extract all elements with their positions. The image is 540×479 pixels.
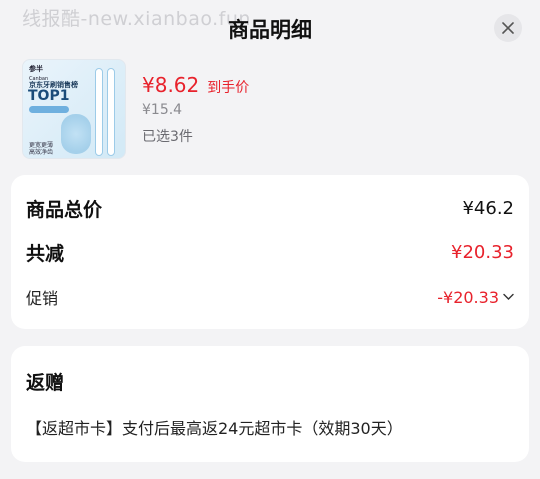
gift-description: 【返超市卡】支付后最高返24元超市卡（效期30天） (26, 419, 403, 438)
original-price: ¥15.4 (142, 102, 183, 118)
close-button[interactable] (494, 14, 522, 42)
thumb-features: 更宽更薄 高效净齿 (29, 142, 54, 156)
final-price: ¥8.62 (142, 73, 200, 97)
final-price-label: 到手价 (207, 80, 250, 96)
brush-head-graphic (61, 114, 91, 154)
promo-label: 促销 (26, 289, 59, 308)
selected-count: 已选3件 (142, 129, 193, 145)
promo-value: -¥20.33 (437, 287, 499, 307)
toothbrush-graphic (95, 68, 103, 156)
product-summary: 参半 Canban 京东牙刷销售榜 TOP1 更宽更薄 高效净齿 ¥8.62 到… (22, 59, 522, 163)
thumb-rank: TOP1 (28, 88, 70, 104)
discount-row: 共减 ¥20.33 (26, 239, 514, 266)
promo-value-group[interactable]: -¥20.33 (437, 288, 514, 307)
chevron-down-icon[interactable] (503, 293, 514, 301)
gift-card: 返赠 【返超市卡】支付后最高返24元超市卡（效期30天） (11, 346, 529, 462)
page-title: 商品明细 (228, 18, 312, 42)
thumb-pill (29, 106, 69, 113)
total-value: ¥46.2 (462, 198, 514, 219)
gift-title: 返赠 (26, 372, 65, 394)
toothbrush-graphic (107, 68, 115, 156)
promo-row[interactable]: 促销 -¥20.33 (26, 285, 514, 309)
price-row: ¥8.62 到手价 (142, 73, 249, 97)
close-icon (502, 22, 514, 34)
total-label: 商品总价 (26, 199, 103, 221)
discount-value: ¥20.33 (451, 242, 514, 263)
discount-label: 共减 (26, 243, 65, 265)
price-breakdown-card: 商品总价 ¥46.2 共减 ¥20.33 促销 -¥20.33 (11, 175, 529, 329)
total-row: 商品总价 ¥46.2 (26, 195, 514, 222)
product-image[interactable]: 参半 Canban 京东牙刷销售榜 TOP1 更宽更薄 高效净齿 (22, 59, 126, 159)
